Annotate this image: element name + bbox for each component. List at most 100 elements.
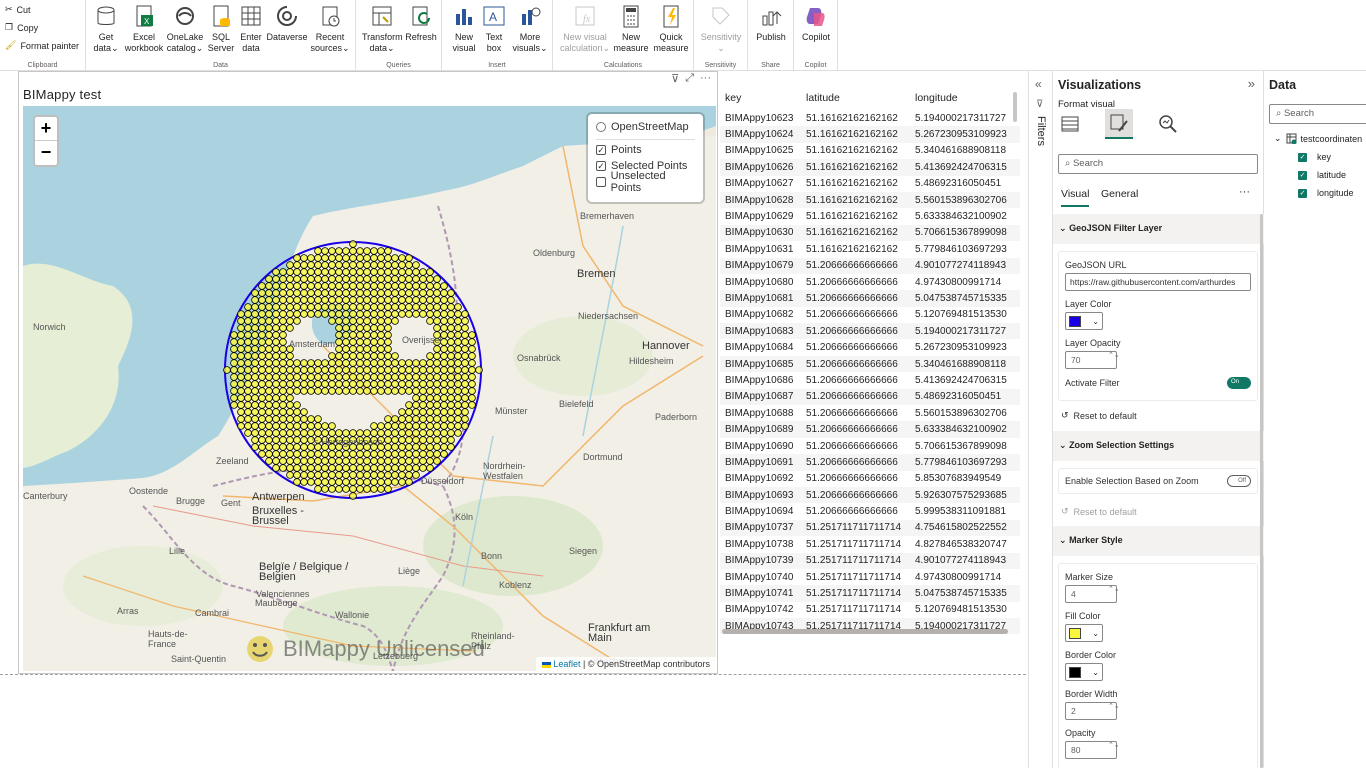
map-point[interactable] xyxy=(426,380,434,388)
map-point[interactable] xyxy=(447,387,455,395)
map-point[interactable] xyxy=(363,387,371,395)
map-point[interactable] xyxy=(356,457,364,465)
map-point[interactable] xyxy=(398,261,406,269)
map-point[interactable] xyxy=(321,471,329,479)
map-point[interactable] xyxy=(398,443,406,451)
map-point[interactable] xyxy=(356,366,364,374)
map-point[interactable] xyxy=(440,345,448,353)
map-point[interactable] xyxy=(384,471,392,479)
map-point[interactable] xyxy=(279,303,287,311)
map-point[interactable] xyxy=(286,282,294,290)
map-point[interactable] xyxy=(377,331,385,339)
map-point[interactable] xyxy=(328,380,336,388)
map-point[interactable] xyxy=(286,359,294,367)
map-point[interactable] xyxy=(307,380,315,388)
map-point[interactable] xyxy=(405,289,413,297)
map-point[interactable] xyxy=(454,401,462,409)
map-point[interactable] xyxy=(398,422,406,430)
map-point[interactable] xyxy=(391,380,399,388)
map-point[interactable] xyxy=(405,275,413,283)
map-point[interactable] xyxy=(265,282,273,290)
map-point[interactable] xyxy=(440,394,448,402)
map-point[interactable] xyxy=(314,415,322,423)
map-point[interactable] xyxy=(391,352,399,360)
map-point[interactable] xyxy=(286,464,294,472)
map-point[interactable] xyxy=(391,303,399,311)
filter-icon[interactable]: ⊽ xyxy=(671,72,679,85)
map-point[interactable] xyxy=(328,296,336,304)
map-point[interactable] xyxy=(384,352,392,360)
map-point[interactable] xyxy=(244,401,252,409)
map-point[interactable] xyxy=(244,394,252,402)
map-point[interactable] xyxy=(258,373,266,381)
map-point[interactable] xyxy=(300,373,308,381)
map-point[interactable] xyxy=(433,359,441,367)
map-point[interactable] xyxy=(349,303,357,311)
format-visual-tab[interactable] xyxy=(1105,109,1133,139)
map-point[interactable] xyxy=(314,310,322,318)
marker-size-input[interactable]: 4 xyxy=(1065,585,1117,603)
map-point[interactable] xyxy=(405,296,413,304)
map-point[interactable] xyxy=(342,429,350,437)
map-point[interactable] xyxy=(349,373,357,381)
map-point[interactable] xyxy=(426,387,434,395)
map-point[interactable] xyxy=(398,275,406,283)
map-point[interactable] xyxy=(307,471,315,479)
map-point[interactable] xyxy=(405,401,413,409)
table-row[interactable]: BIMAppy10741 51.251711711711714 5.04753874… xyxy=(720,585,1020,602)
leaflet-map[interactable]: Bremerhaven Oldenburg Bremen Niedersachsen H… xyxy=(23,106,716,671)
map-point[interactable] xyxy=(370,261,378,269)
map-point[interactable] xyxy=(293,296,301,304)
map-point[interactable] xyxy=(349,359,357,367)
map-point[interactable] xyxy=(419,394,427,402)
map-point[interactable] xyxy=(377,366,385,374)
map-point[interactable] xyxy=(419,401,427,409)
map-point[interactable] xyxy=(335,345,343,353)
map-point[interactable] xyxy=(405,282,413,290)
column-header-longitude[interactable]: longitude xyxy=(910,86,1020,110)
map-point[interactable] xyxy=(230,352,238,360)
fill-color-picker[interactable]: ⌄ xyxy=(1065,624,1103,642)
map-point[interactable] xyxy=(265,373,273,381)
map-point[interactable] xyxy=(307,366,315,374)
map-point[interactable] xyxy=(244,310,252,318)
map-point[interactable] xyxy=(377,289,385,297)
map-point[interactable] xyxy=(272,436,280,444)
table-row[interactable]: BIMAppy10690 51.20666666666666 5.706615367… xyxy=(720,438,1020,454)
map-point[interactable] xyxy=(440,303,448,311)
map-point[interactable] xyxy=(265,331,273,339)
copilot-button[interactable]: Copilot xyxy=(798,4,834,43)
map-point[interactable] xyxy=(433,352,441,360)
map-point[interactable] xyxy=(272,380,280,388)
map-point[interactable] xyxy=(447,303,455,311)
map-point[interactable] xyxy=(265,422,273,430)
map-point[interactable] xyxy=(377,478,385,486)
map-point[interactable] xyxy=(440,331,448,339)
map-point[interactable] xyxy=(335,464,343,472)
table-row[interactable]: BIMAppy10680 51.20666666666666 4.974308009… xyxy=(720,274,1020,290)
map-point[interactable] xyxy=(447,422,455,430)
map-point[interactable] xyxy=(251,408,259,416)
map-point[interactable] xyxy=(286,457,294,465)
map-point[interactable] xyxy=(384,464,392,472)
map-point[interactable] xyxy=(412,310,420,318)
map-point[interactable] xyxy=(370,471,378,479)
map-point[interactable] xyxy=(321,485,329,493)
more-visuals-button[interactable]: More visuals⌄ xyxy=(510,4,550,54)
map-point[interactable] xyxy=(335,247,343,255)
map-point[interactable] xyxy=(384,275,392,283)
map-point[interactable] xyxy=(279,268,287,276)
map-point[interactable] xyxy=(286,261,294,269)
map-point[interactable] xyxy=(433,436,441,444)
map-point[interactable] xyxy=(356,338,364,346)
map-point[interactable] xyxy=(300,429,308,437)
map-point[interactable] xyxy=(370,296,378,304)
map-point[interactable] xyxy=(363,289,371,297)
map-point[interactable] xyxy=(265,324,273,332)
map-point[interactable] xyxy=(370,457,378,465)
map-point[interactable] xyxy=(265,338,273,346)
map-point[interactable] xyxy=(244,352,252,360)
map-point[interactable] xyxy=(293,380,301,388)
map-point[interactable] xyxy=(454,324,462,332)
map-point[interactable] xyxy=(349,478,357,486)
